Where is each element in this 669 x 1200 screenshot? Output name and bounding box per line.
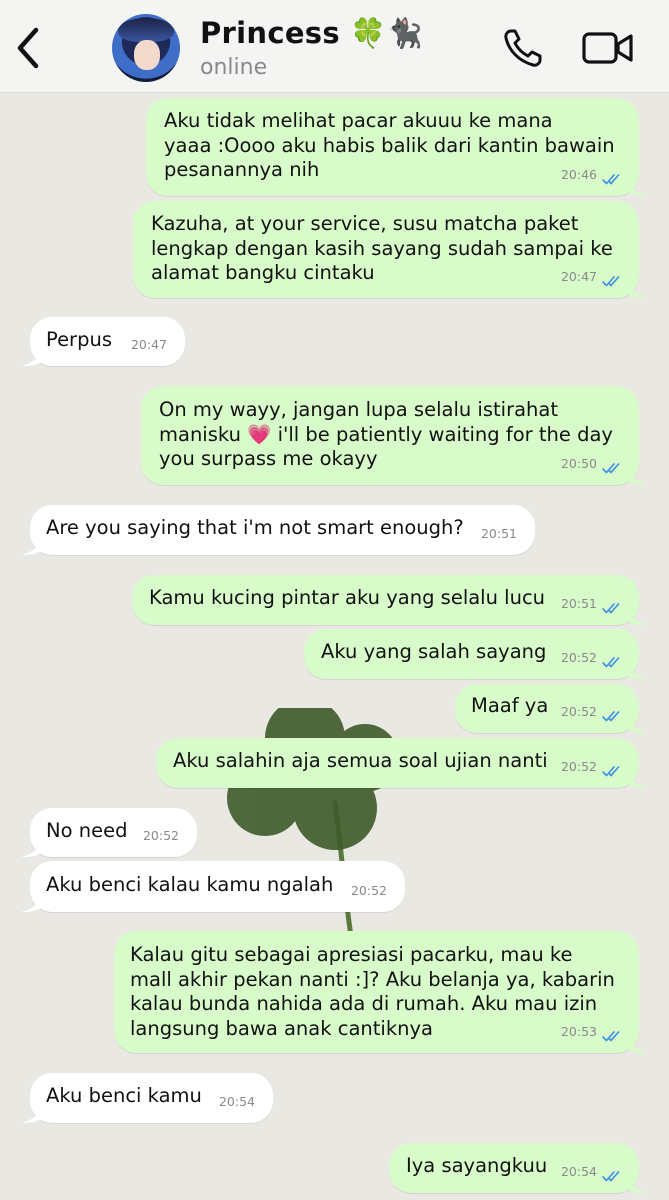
message-text: Aku tidak melihat pacar akuuu ke mana ya… [164, 109, 615, 181]
message-text: Aku salahin aja semua soal ujian nanti [173, 749, 548, 772]
message-timestamp: 20:53 [560, 1023, 597, 1039]
message-timestamp: 20:50 [560, 455, 597, 471]
read-receipt-icon [602, 766, 620, 777]
message-text: Aku benci kamu [46, 1084, 202, 1107]
outgoing-message[interactable]: On my wayy, jangan lupa selalu istirahat… [141, 386, 648, 485]
message-text: Kalau gitu sebagai apresiasi pacarku, ma… [130, 943, 615, 1040]
message-text: Kazuha, at your service, susu matcha pak… [151, 212, 613, 284]
bubble-tail [21, 894, 41, 912]
outgoing-message[interactable]: Kalau gitu sebagai apresiasi pacarku, ma… [114, 931, 648, 1053]
outgoing-message[interactable]: Iya sayangkuu 20:54 [389, 1143, 648, 1193]
message-timestamp: 20:54 [560, 1163, 597, 1179]
outgoing-message[interactable]: Aku salahin aja semua soal ujian nanti 20… [156, 738, 648, 788]
bubble-tail [628, 280, 648, 298]
message-text: Iya sayangkuu [406, 1154, 548, 1177]
back-chevron-icon[interactable] [14, 26, 44, 70]
incoming-message[interactable]: Aku benci kamu 20:54 [21, 1073, 273, 1123]
bubble-tail [628, 770, 648, 788]
message-timestamp: 20:54 [218, 1093, 255, 1109]
message-timestamp: 20:47 [560, 268, 597, 284]
bubble-tail [628, 661, 648, 679]
message-timestamp: 20:52 [560, 703, 597, 719]
incoming-message[interactable]: No need 20:52 [21, 808, 197, 857]
message-timestamp: 20:52 [142, 827, 179, 843]
bubble-tail [628, 607, 648, 625]
chat-header: Princess 🍀🐈‍⬛ online [0, 0, 669, 93]
message-text: Are you saying that i'm not smart enough… [46, 516, 464, 539]
message-timestamp: 20:52 [560, 758, 597, 774]
incoming-message[interactable]: Are you saying that i'm not smart enough… [21, 505, 535, 555]
outgoing-message[interactable]: Maaf ya 20:52 [455, 684, 648, 733]
video-call-icon[interactable] [582, 31, 634, 65]
contact-name[interactable]: Princess 🍀🐈‍⬛ [200, 16, 423, 51]
read-receipt-icon [602, 657, 620, 668]
bubble-tail [21, 839, 41, 857]
contact-status: online [200, 55, 268, 80]
read-receipt-icon [602, 711, 620, 722]
read-receipt-icon [602, 463, 620, 474]
message-text: Perpus [46, 328, 112, 351]
bubble-tail [21, 537, 41, 555]
message-timestamp: 20:52 [560, 649, 597, 665]
message-text: Maaf ya [471, 694, 549, 717]
outgoing-message[interactable]: Aku yang salah sayang 20:52 [304, 629, 648, 679]
outgoing-message[interactable]: Kazuha, at your service, susu matcha pak… [133, 201, 648, 298]
bubble-tail [628, 1175, 648, 1193]
bubble-tail [21, 348, 41, 366]
message-text: Aku yang salah sayang [321, 640, 547, 663]
message-timestamp: 20:52 [350, 882, 387, 898]
read-receipt-icon [602, 174, 620, 185]
message-timestamp: 20:51 [560, 595, 597, 611]
message-timestamp: 20:51 [480, 525, 517, 541]
read-receipt-icon [602, 1031, 620, 1042]
message-list[interactable]: Aku tidak melihat pacar akuuu ke mana ya… [0, 93, 669, 1200]
message-timestamp: 20:47 [130, 336, 167, 352]
message-text: No need [46, 819, 128, 842]
bubble-tail [628, 467, 648, 485]
bubble-tail [21, 1105, 41, 1123]
read-receipt-icon [602, 1171, 620, 1182]
message-text: Kamu kucing pintar aku yang selalu lucu [149, 586, 546, 609]
avatar[interactable] [112, 14, 180, 82]
bubble-tail [628, 178, 648, 196]
bubble-tail [628, 1035, 648, 1053]
read-receipt-icon [602, 603, 620, 614]
incoming-message[interactable]: Perpus 20:47 [21, 317, 185, 366]
outgoing-message[interactable]: Kamu kucing pintar aku yang selalu lucu 2… [132, 575, 648, 625]
outgoing-message[interactable]: Aku tidak melihat pacar akuuu ke mana ya… [146, 98, 648, 196]
incoming-message[interactable]: Aku benci kalau kamu ngalah 20:52 [21, 861, 405, 912]
phone-icon[interactable] [502, 28, 544, 68]
message-text: Aku benci kalau kamu ngalah [46, 873, 334, 896]
message-timestamp: 20:46 [560, 166, 597, 182]
message-text: On my wayy, jangan lupa selalu istirahat… [159, 398, 613, 470]
bubble-tail [628, 715, 648, 733]
read-receipt-icon [602, 276, 620, 287]
